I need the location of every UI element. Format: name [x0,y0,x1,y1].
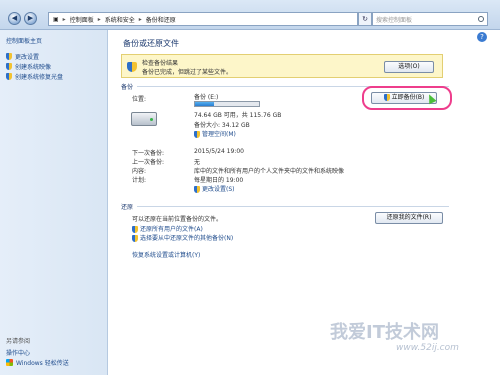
sidebar-item-change-settings[interactable]: 更改设置 [6,52,39,61]
address-toolbar: ◀ ▶ ▣ ▸ 控制面板 ▸ 系统和安全 ▸ 备份和还原 ↻ 搜索控制面板 [0,0,500,30]
select-other-backup-label: 选择要从中还原文件的其他备份(N) [140,235,234,242]
breadcrumb-icon: ▣ [53,15,59,23]
last-backup-value: 无 [194,159,201,166]
location-value: 备份 (E:) [194,94,219,101]
free-space-value: 74.64 GB 可用，共 115.76 GB [194,112,282,119]
forward-button[interactable]: ▶ [24,12,37,25]
shield-icon [6,73,12,80]
restore-all-users-label: 还原所有用户的文件(A) [140,226,203,233]
disk-usage-fill [195,102,215,106]
see-also-title: 另请参阅 [6,338,31,345]
sidebar-item-label: 更改设置 [15,54,40,61]
manage-space-label: 管理空间(M) [202,131,236,138]
watermark-text: 我爱IT技术网 [330,322,439,343]
restore-my-files-button[interactable]: 还原我的文件(R) [375,212,443,224]
watermark-url: www.52ij.com [396,343,459,353]
shield-icon [194,186,200,193]
shield-icon [6,53,12,60]
divider [137,206,449,207]
disk-usage-bar [194,101,260,107]
backup-now-label: 立即备份(B) [391,94,425,101]
search-icon [478,16,484,22]
shield-icon [132,235,138,242]
next-backup-label: 下一次备份: [132,150,165,157]
contents-label: 内容: [132,168,147,175]
breadcrumb-control-panel[interactable]: 控制面板 [70,15,94,24]
sidebar: 控制面板主页 更改设置 创建系统映像 创建系统修复光盘 另请参阅 操作中心 Wi… [0,30,108,375]
shield-icon [132,226,138,233]
see-also-label: Windows 轻松传送 [16,360,69,367]
breadcrumb-backup-restore[interactable]: 备份和还原 [146,15,176,24]
main-content: ? 备份或还原文件 检查备份结果 备份已完成，但跳过了某些文件。 选项(O) 备… [109,30,500,375]
sidebar-item-label: 创建系统映像 [15,64,52,71]
back-button[interactable]: ◀ [8,12,21,25]
windows-flag-icon [6,359,13,366]
manage-space-link[interactable]: 管理空间(M) [194,129,236,138]
see-also-easy-transfer[interactable]: Windows 轻松传送 [6,358,69,367]
schedule-label: 计划: [132,177,147,184]
shield-icon [194,131,200,138]
select-other-backup-link[interactable]: 选择要从中还原文件的其他备份(N) [132,233,233,242]
refresh-button[interactable]: ↻ [358,12,372,26]
shield-icon [6,63,12,70]
schedule-value: 每星期日的 19:00 [194,177,244,184]
shield-icon [383,94,390,101]
change-settings-label: 更改设置(S) [202,186,235,193]
contents-value: 库中的文件和所有用户的个人文件夹中的文件和系统映像 [194,168,345,175]
sidebar-item-label: 创建系统修复光盘 [15,74,64,81]
options-button[interactable]: 选项(O) [384,61,434,73]
breadcrumb-system-security[interactable]: 系统和安全 [105,15,135,24]
drive-icon [131,112,157,126]
restore-section-label: 还原 [121,204,134,211]
warning-title: 检查备份结果 [142,60,179,67]
address-bar[interactable]: ▣ ▸ 控制面板 ▸ 系统和安全 ▸ 备份和还原 [48,12,358,26]
see-also-label: 操作中心 [6,350,31,357]
restore-text: 可以还原在当前位置备份的文件。 [132,216,223,223]
see-also-action-center[interactable]: 操作中心 [6,348,30,357]
backup-size-value: 备份大小: 34.12 GB [194,122,250,129]
help-icon[interactable]: ? [477,32,487,42]
last-backup-label: 上一次备份: [132,159,165,166]
sidebar-item-repair-disc[interactable]: 创建系统修复光盘 [6,72,63,81]
page-title: 备份或还原文件 [123,39,179,48]
sidebar-item-create-image[interactable]: 创建系统映像 [6,62,51,71]
warning-text: 备份已完成，但跳过了某些文件。 [142,69,233,76]
recover-system-link[interactable]: 恢复系统设置或计算机(Y) [132,250,200,259]
next-backup-value: 2015/5/24 19:00 [194,148,244,155]
sidebar-home-link[interactable]: 控制面板主页 [6,36,42,45]
warning-panel: 检查备份结果 备份已完成，但跳过了某些文件。 选项(O) [121,54,443,78]
location-label: 位置: [132,96,147,103]
restore-all-users-link[interactable]: 还原所有用户的文件(A) [132,224,203,233]
change-settings-link[interactable]: 更改设置(S) [194,184,235,193]
backup-section-label: 备份 [121,84,134,91]
search-input[interactable]: 搜索控制面板 [372,12,488,26]
search-placeholder: 搜索控制面板 [376,16,413,24]
shield-warning-icon [127,62,137,72]
